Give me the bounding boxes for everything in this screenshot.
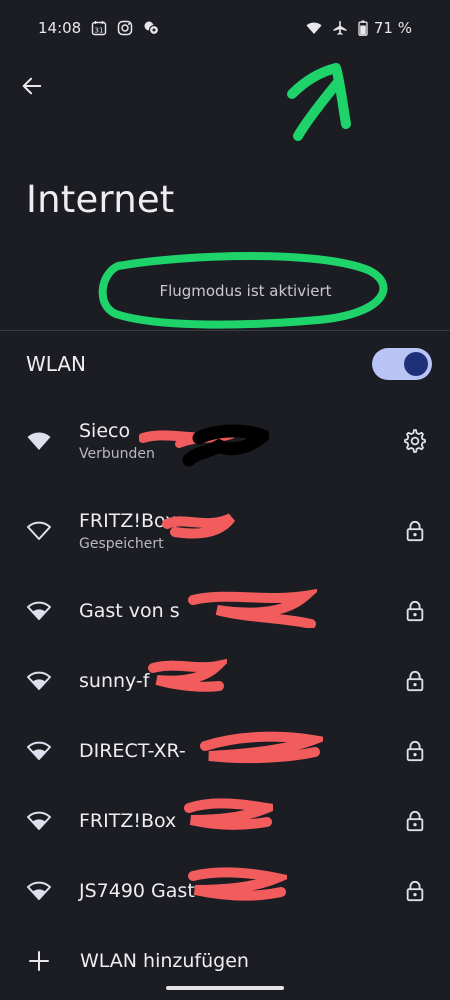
- network-status: Verbunden: [79, 446, 155, 462]
- wifi-signal-strong-icon: [27, 601, 51, 620]
- network-item[interactable]: JS7490 Gast: [0, 856, 450, 926]
- page-title: Internet: [26, 178, 175, 221]
- wlan-toggle-row[interactable]: WLAN: [0, 338, 450, 390]
- calendar-icon: 31: [91, 20, 107, 36]
- instagram-icon: [117, 20, 133, 36]
- status-bar-right: 71 %: [306, 19, 412, 37]
- back-button[interactable]: [18, 72, 46, 100]
- network-item[interactable]: DIRECT-XR-: [0, 716, 450, 786]
- airplane-icon: [332, 20, 348, 36]
- wifi-signal-strong-icon: [27, 881, 51, 900]
- status-bar: 14:08 31 71 %: [0, 0, 450, 56]
- network-name: Gast von s: [79, 600, 180, 622]
- notification-icon: [143, 20, 160, 36]
- divider: [0, 330, 450, 331]
- network-name: sunny-f: [79, 670, 150, 692]
- network-lock: [400, 596, 430, 626]
- wifi-signal-strong-icon: [27, 671, 51, 690]
- lock-icon: [406, 740, 424, 762]
- wifi-signal-strong-icon: [27, 741, 51, 760]
- notice-text: Flugmodus ist aktiviert: [159, 282, 332, 300]
- annotation-arrow-icon: [287, 63, 351, 141]
- switch-knob: [404, 352, 428, 376]
- network-name: DIRECT-XR-: [79, 740, 186, 762]
- airplane-mode-notice: Flugmodus ist aktiviert: [98, 252, 393, 332]
- calendar-day: 31: [95, 27, 104, 35]
- gear-icon: [404, 429, 426, 453]
- battery-percentage: 71 %: [373, 19, 412, 37]
- home-indicator[interactable]: [166, 986, 284, 990]
- network-name: FRITZ!Box: [79, 510, 177, 532]
- battery-icon: [358, 20, 368, 36]
- wlan-switch[interactable]: [372, 348, 432, 380]
- plus-icon: [29, 951, 49, 971]
- back-arrow-icon: [22, 77, 42, 95]
- lock-icon: [406, 810, 424, 832]
- wifi-icon: [306, 20, 322, 36]
- network-item[interactable]: Gast von s: [0, 576, 450, 646]
- lock-icon: [406, 880, 424, 902]
- lock-icon: [406, 600, 424, 622]
- network-name: FRITZ!Box: [79, 810, 177, 832]
- wifi-signal-outline-icon: [27, 521, 51, 540]
- network-settings-button[interactable]: [400, 426, 430, 456]
- network-list: Sieco Verbunden FRITZ!Box Gespeichert Ga…: [0, 406, 450, 926]
- network-name: JS7490 Gast: [79, 880, 195, 902]
- network-lock: [400, 806, 430, 836]
- network-lock: [400, 516, 430, 546]
- wifi-signal-full-icon: [27, 432, 51, 450]
- lock-icon: [406, 520, 424, 542]
- network-lock: [400, 876, 430, 906]
- network-item[interactable]: sunny-f: [0, 646, 450, 716]
- network-item[interactable]: FRITZ!Box: [0, 786, 450, 856]
- lock-icon: [406, 670, 424, 692]
- add-network-label: WLAN hinzufügen: [80, 950, 249, 972]
- status-bar-left: 14:08 31: [38, 19, 160, 37]
- status-time: 14:08: [38, 19, 82, 37]
- network-item-connected[interactable]: Sieco Verbunden: [0, 406, 450, 476]
- network-lock: [400, 736, 430, 766]
- network-lock: [400, 666, 430, 696]
- network-status: Gespeichert: [79, 536, 164, 552]
- add-network-button[interactable]: WLAN hinzufügen: [0, 938, 450, 984]
- network-item-saved[interactable]: FRITZ!Box Gespeichert: [0, 496, 450, 566]
- wifi-signal-strong-icon: [27, 811, 51, 830]
- wlan-label: WLAN: [26, 352, 87, 376]
- network-name: Sieco: [79, 420, 131, 442]
